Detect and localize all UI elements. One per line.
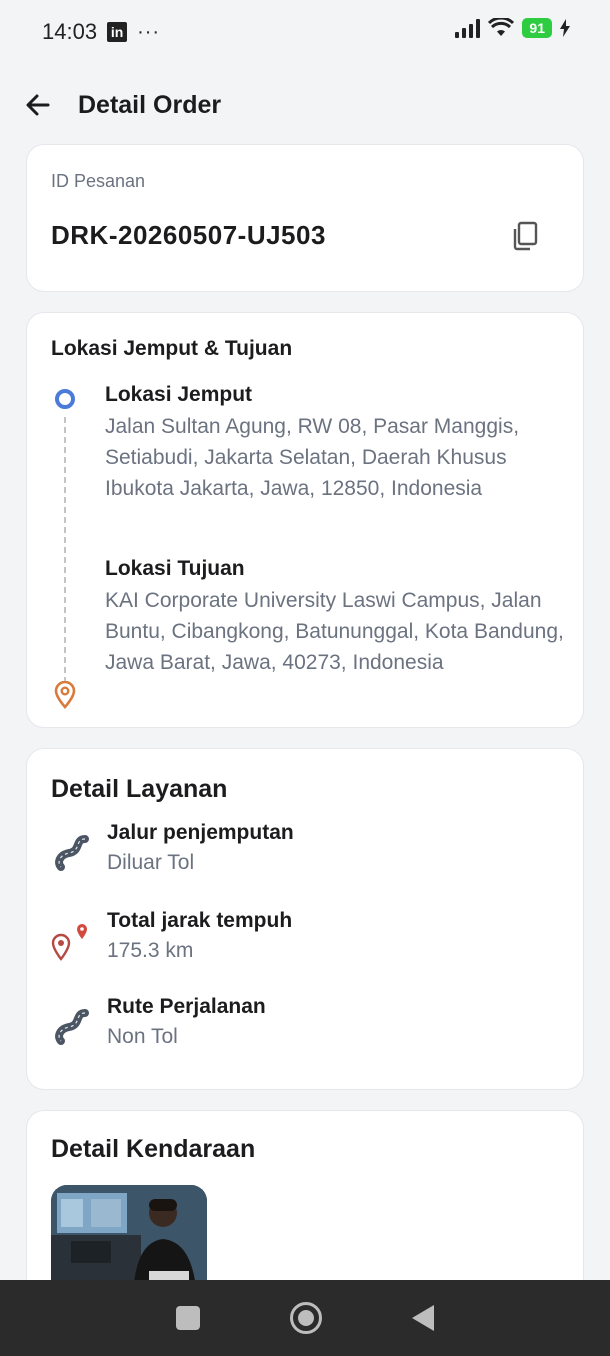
service-label: Jalur penjemputan: [107, 821, 294, 844]
pickup-location: Lokasi Jemput Jalan Sultan Agung, RW 08,…: [105, 383, 565, 504]
charging-icon: [560, 19, 570, 37]
service-item-distance: Total jarak tempuh 175.3 km: [51, 909, 292, 963]
route-line: [64, 417, 66, 683]
copy-icon[interactable]: [511, 221, 539, 251]
vehicle-photo[interactable]: [51, 1185, 207, 1295]
status-indicators: 91: [455, 18, 570, 38]
service-value: Diluar Tol: [107, 851, 195, 874]
road-icon: [55, 1009, 89, 1045]
recent-apps-button[interactable]: [176, 1306, 200, 1330]
wifi-icon: [488, 18, 515, 36]
destination-location: Lokasi Tujuan KAI Corporate University L…: [105, 557, 565, 678]
order-id-label: ID Pesanan: [51, 171, 146, 191]
order-id-value: DRK-20260507-UJ503: [51, 220, 326, 250]
more-notifications-icon: ···: [137, 20, 161, 43]
system-nav-bar: [0, 1280, 610, 1356]
service-label: Total jarak tempuh: [107, 909, 293, 932]
destination-pin-icon: [54, 681, 76, 709]
location-card: Lokasi Jemput & Tujuan Lokasi Jemput Jal…: [26, 312, 584, 728]
vehicle-section-title: Detail Kendaraan: [51, 1135, 256, 1163]
pickup-address: Jalan Sultan Agung, RW 08, Pasar Manggis…: [105, 415, 520, 500]
status-time: 14:03: [42, 19, 98, 44]
destination-address: KAI Corporate University Laswi Campus, J…: [105, 589, 564, 674]
destination-title: Lokasi Tujuan: [105, 557, 245, 580]
pickup-title: Lokasi Jemput: [105, 383, 253, 406]
location-section-title: Lokasi Jemput & Tujuan: [51, 337, 293, 360]
pickup-pin-icon: [55, 389, 75, 409]
back-arrow-icon[interactable]: [24, 91, 52, 119]
order-id-card: ID Pesanan DRK-20260507-UJ503: [26, 144, 584, 292]
service-item-route: Rute Perjalanan Non Tol: [51, 995, 266, 1049]
system-back-button[interactable]: [412, 1305, 434, 1331]
service-section-title: Detail Layanan: [51, 775, 228, 803]
signal-icon: [455, 18, 481, 38]
page-title: Detail Order: [78, 90, 222, 119]
battery-badge: 91: [522, 18, 552, 38]
linkedin-icon: in: [107, 22, 128, 42]
service-item-pickup-lane: Jalur penjemputan Diluar Tol: [51, 821, 294, 875]
vehicle-photo-image: [51, 1185, 207, 1295]
map-pins-icon: [51, 924, 87, 961]
home-button[interactable]: [290, 1302, 322, 1334]
service-value: Non Tol: [107, 1025, 178, 1048]
service-detail-card: Detail Layanan Jalur penjemputan Diluar …: [26, 748, 584, 1090]
page-header: Detail Order: [24, 80, 221, 130]
service-value: 175.3 km: [107, 939, 194, 962]
road-icon: [55, 835, 89, 871]
service-label: Rute Perjalanan: [107, 995, 266, 1018]
status-bar: 14:03 in ··· 91: [0, 0, 610, 64]
